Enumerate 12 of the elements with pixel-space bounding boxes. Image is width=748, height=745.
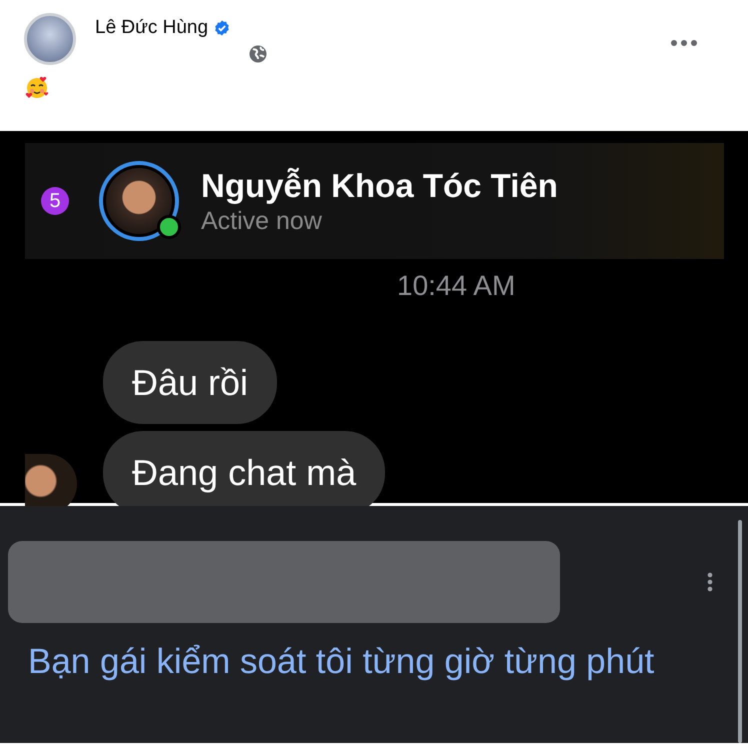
globe-icon bbox=[249, 45, 267, 63]
scrollbar[interactable] bbox=[738, 520, 742, 743]
unread-count-badge: 5 bbox=[41, 187, 69, 215]
message-time: 10:44 AM bbox=[397, 269, 516, 303]
contact-name: Nguyễn Khoa Tóc Tiên bbox=[201, 166, 558, 206]
author-name[interactable]: Lê Đức Hùng bbox=[95, 17, 208, 39]
message-bubble: Đâu rồi bbox=[103, 341, 278, 424]
status-text: Active now bbox=[201, 206, 323, 236]
smiling-face-with-hearts-icon bbox=[25, 75, 49, 99]
user-avatar[interactable] bbox=[24, 13, 76, 65]
more-options-icon[interactable] bbox=[671, 40, 697, 46]
more-options-icon[interactable] bbox=[707, 572, 713, 592]
